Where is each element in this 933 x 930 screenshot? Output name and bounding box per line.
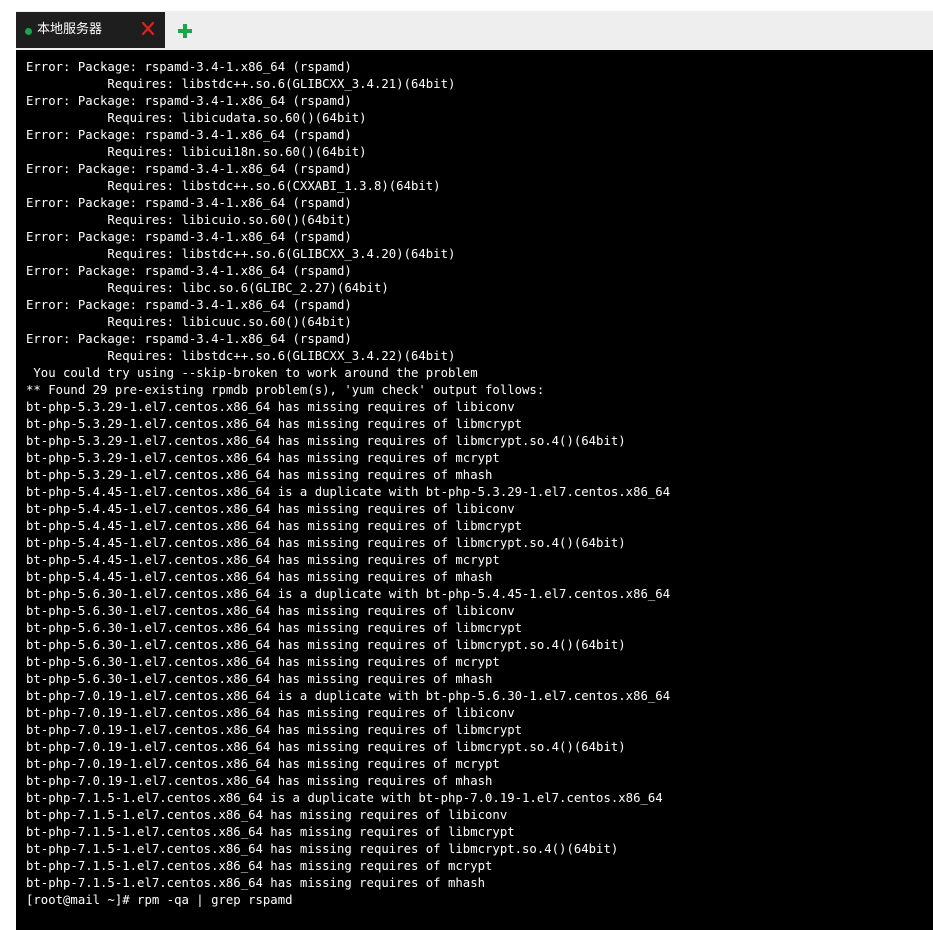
- terminal-line: bt-php-7.0.19-1.el7.centos.x86_64 has mi…: [26, 774, 493, 788]
- terminal-line: Requires: libc.so.6(GLIBC_2.27)(64bit): [26, 281, 389, 295]
- terminal-line: Error: Package: rspamd-3.4-1.x86_64 (rsp…: [26, 298, 352, 312]
- terminal-line: bt-php-5.6.30-1.el7.centos.x86_64 has mi…: [26, 621, 523, 635]
- terminal-line: bt-php-7.0.19-1.el7.centos.x86_64 is a d…: [26, 689, 671, 703]
- terminal-line: You could try using --skip-broken to wor…: [26, 366, 478, 380]
- terminal-line: bt-php-7.0.19-1.el7.centos.x86_64 has mi…: [26, 723, 523, 737]
- terminal-line: bt-php-5.6.30-1.el7.centos.x86_64 has mi…: [26, 672, 493, 686]
- terminal-line: bt-php-7.0.19-1.el7.centos.x86_64 has mi…: [26, 757, 500, 771]
- terminal-line: bt-php-7.1.5-1.el7.centos.x86_64 has mis…: [26, 842, 619, 856]
- close-tab-icon[interactable]: [139, 20, 157, 38]
- terminal-line: bt-php-5.3.29-1.el7.centos.x86_64 has mi…: [26, 400, 515, 414]
- connection-status-icon: [25, 28, 32, 35]
- terminal-line: Error: Package: rspamd-3.4-1.x86_64 (rsp…: [26, 230, 352, 244]
- terminal-line: Error: Package: rspamd-3.4-1.x86_64 (rsp…: [26, 196, 352, 210]
- terminal-line: bt-php-7.0.19-1.el7.centos.x86_64 has mi…: [26, 740, 626, 754]
- terminal-line: bt-php-5.6.30-1.el7.centos.x86_64 has mi…: [26, 638, 626, 652]
- terminal-line: bt-php-5.3.29-1.el7.centos.x86_64 has mi…: [26, 434, 626, 448]
- terminal-line: bt-php-5.4.45-1.el7.centos.x86_64 is a d…: [26, 485, 671, 499]
- terminal-line: Error: Package: rspamd-3.4-1.x86_64 (rsp…: [26, 332, 352, 346]
- terminal-prompt[interactable]: [root@mail ~]# rpm -qa | grep rspamd: [26, 892, 933, 909]
- terminal-line: Requires: libicudata.so.60()(64bit): [26, 111, 367, 125]
- terminal-line: bt-php-7.0.19-1.el7.centos.x86_64 has mi…: [26, 706, 515, 720]
- tab-bar: 本地服务器: [16, 11, 933, 50]
- terminal-line: bt-php-5.4.45-1.el7.centos.x86_64 has mi…: [26, 570, 493, 584]
- terminal-line: bt-php-5.6.30-1.el7.centos.x86_64 has mi…: [26, 655, 500, 669]
- terminal-line: Error: Package: rspamd-3.4-1.x86_64 (rsp…: [26, 162, 352, 176]
- terminal-line: bt-php-5.4.45-1.el7.centos.x86_64 has mi…: [26, 536, 626, 550]
- terminal-line: bt-php-5.3.29-1.el7.centos.x86_64 has mi…: [26, 468, 493, 482]
- terminal-line: bt-php-7.1.5-1.el7.centos.x86_64 has mis…: [26, 859, 493, 873]
- terminal-line: bt-php-5.3.29-1.el7.centos.x86_64 has mi…: [26, 451, 500, 465]
- terminal-output[interactable]: Error: Package: rspamd-3.4-1.x86_64 (rsp…: [16, 59, 933, 919]
- tab-local-server[interactable]: 本地服务器: [16, 12, 165, 48]
- terminal-line: bt-php-7.1.5-1.el7.centos.x86_64 has mis…: [26, 808, 508, 822]
- terminal-line: bt-php-5.4.45-1.el7.centos.x86_64 has mi…: [26, 553, 500, 567]
- add-tab-icon[interactable]: [176, 22, 194, 40]
- terminal-line: bt-php-5.6.30-1.el7.centos.x86_64 has mi…: [26, 604, 515, 618]
- terminal-line: Error: Package: rspamd-3.4-1.x86_64 (rsp…: [26, 94, 352, 108]
- terminal-line: Requires: libicuuc.so.60()(64bit): [26, 315, 352, 329]
- terminal-line: bt-php-7.1.5-1.el7.centos.x86_64 is a du…: [26, 791, 663, 805]
- terminal-line: bt-php-7.1.5-1.el7.centos.x86_64 has mis…: [26, 876, 486, 890]
- terminal-line: Requires: libstdc++.so.6(GLIBCXX_3.4.22)…: [26, 349, 456, 363]
- tab-label: 本地服务器: [37, 22, 103, 37]
- terminal-line: Requires: libicui18n.so.60()(64bit): [26, 145, 367, 159]
- terminal-line: bt-php-5.4.45-1.el7.centos.x86_64 has mi…: [26, 519, 523, 533]
- terminal-line: bt-php-5.3.29-1.el7.centos.x86_64 has mi…: [26, 417, 523, 431]
- terminal-line: bt-php-7.1.5-1.el7.centos.x86_64 has mis…: [26, 825, 515, 839]
- terminal-line: Requires: libstdc++.so.6(GLIBCXX_3.4.21)…: [26, 77, 456, 91]
- terminal-line: Error: Package: rspamd-3.4-1.x86_64 (rsp…: [26, 264, 352, 278]
- terminal-line: Error: Package: rspamd-3.4-1.x86_64 (rsp…: [26, 60, 352, 74]
- terminal-line: Requires: libicuio.so.60()(64bit): [26, 213, 352, 227]
- terminal-line: Error: Package: rspamd-3.4-1.x86_64 (rsp…: [26, 128, 352, 142]
- terminal-line: Requires: libstdc++.so.6(GLIBCXX_3.4.20)…: [26, 247, 456, 261]
- terminal-line: Requires: libstdc++.so.6(CXXABI_1.3.8)(6…: [26, 179, 441, 193]
- terminal-line: bt-php-5.4.45-1.el7.centos.x86_64 has mi…: [26, 502, 515, 516]
- terminal-line: bt-php-5.6.30-1.el7.centos.x86_64 is a d…: [26, 587, 671, 601]
- terminal-line: ** Found 29 pre-existing rpmdb problem(s…: [26, 383, 545, 397]
- terminal-window: 本地服务器 Error: Package: rspamd-3.4-1.x86_6…: [16, 11, 933, 930]
